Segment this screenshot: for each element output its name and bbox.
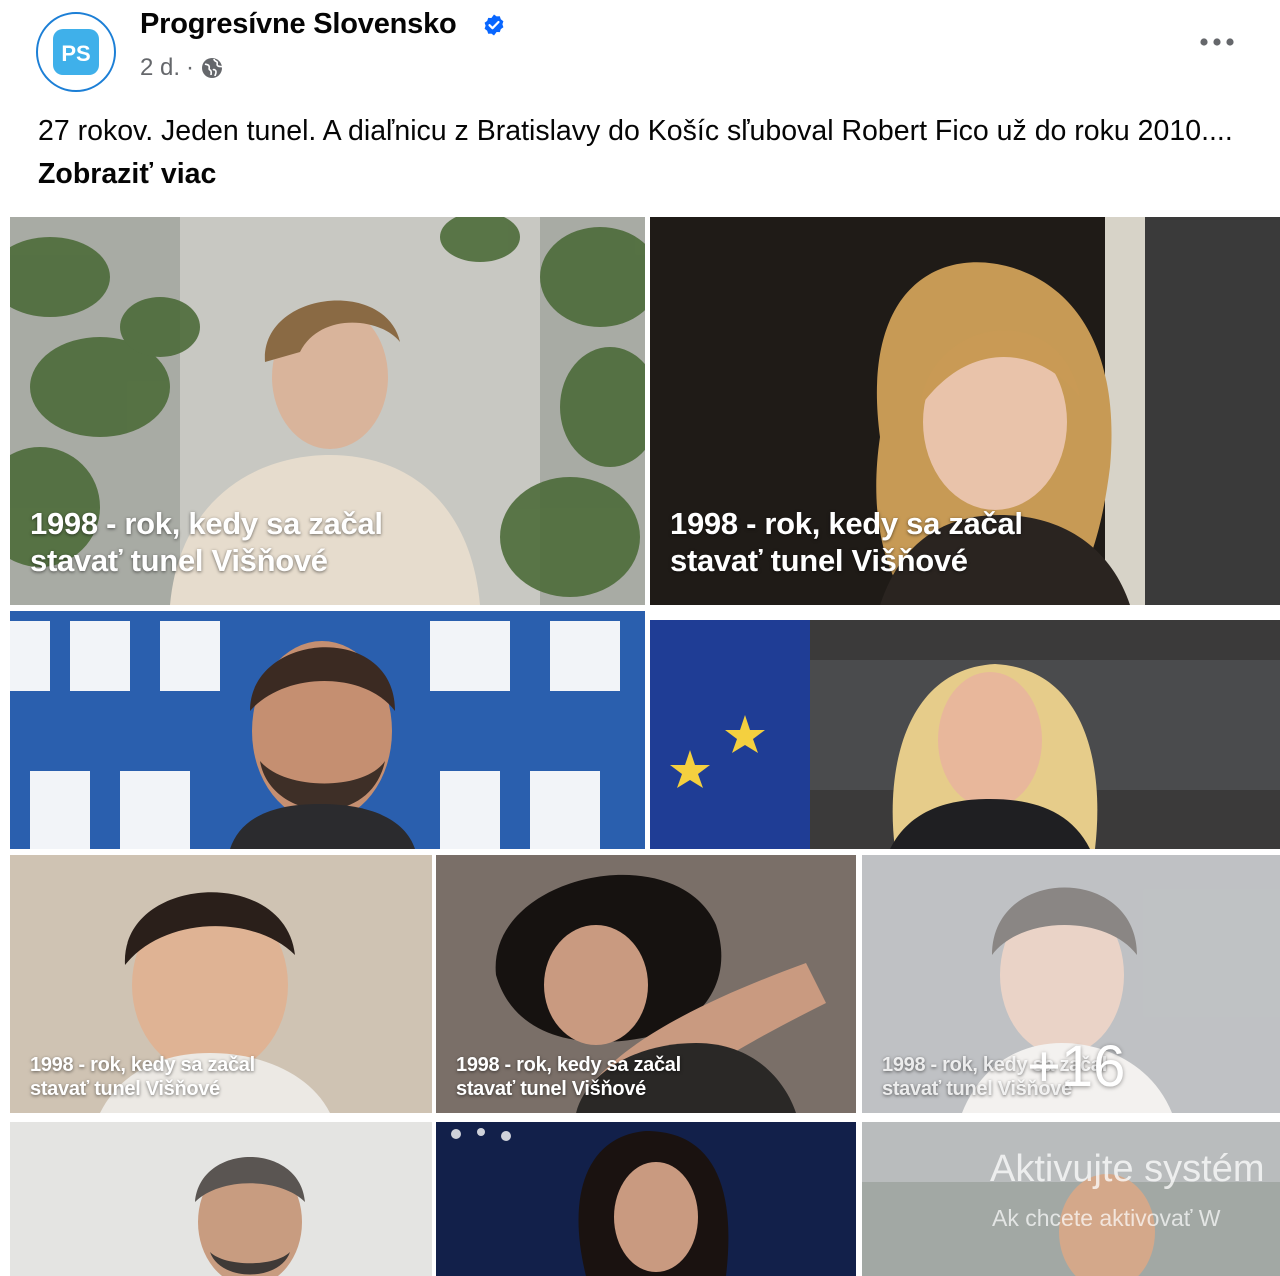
activation-watermark-subtitle: Ak chcete aktivovať W — [992, 1205, 1221, 1231]
photo-8-image — [10, 1122, 432, 1276]
caption-line-2: stavať tunel Višňové — [670, 543, 968, 578]
more-horizontal-icon — [1200, 38, 1234, 46]
post-text-main: 27 rokov. Jeden tunel. A diaľnicu z Brat… — [38, 115, 1233, 147]
photo-10[interactable] — [862, 1122, 1280, 1276]
photo-10-image — [862, 1122, 1280, 1276]
photo-1-caption: 1998 - rok, kedy sa začal stavať tunel V… — [30, 505, 383, 579]
caption-line-1: 1998 - rok, kedy sa začal — [30, 1054, 255, 1076]
verified-badge-icon — [484, 14, 504, 36]
photo-2-caption: 1998 - rok, kedy sa začal stavať tunel V… — [670, 505, 1023, 579]
photo-2[interactable]: 1998 - rok, kedy sa začal stavať tunel V… — [650, 217, 1280, 605]
caption-line-1: 1998 - rok, kedy sa začal — [670, 506, 1023, 541]
photo-5[interactable]: 1998 - rok, kedy sa začal stavať tunel V… — [10, 855, 432, 1113]
caption-line-2: stavať tunel Višňové — [30, 1078, 220, 1100]
globe-icon[interactable] — [200, 56, 224, 80]
ps-logo-icon: PS — [53, 29, 99, 75]
post-header: PS Progresívne Slovensko 2 d. · — [0, 0, 1280, 100]
photo-6-caption: 1998 - rok, kedy sa začal stavať tunel V… — [456, 1053, 681, 1101]
photo-9-image — [436, 1122, 856, 1276]
meta-separator: · — [186, 54, 195, 81]
photo-3-image — [10, 611, 645, 849]
post-meta: 2 d. · — [140, 54, 224, 82]
page-avatar[interactable]: PS — [36, 12, 116, 92]
caption-line-2: stavať tunel Višňové — [456, 1078, 646, 1100]
photo-4[interactable] — [650, 620, 1280, 849]
see-more-link[interactable]: Zobraziť viac — [38, 158, 216, 190]
photo-5-caption: 1998 - rok, kedy sa začal stavať tunel V… — [30, 1053, 255, 1101]
caption-line-1: 1998 - rok, kedy sa začal — [30, 506, 383, 541]
more-photos-count[interactable]: +16 — [1027, 1033, 1125, 1100]
svg-text:PS: PS — [61, 41, 90, 66]
photo-3[interactable] — [10, 611, 645, 849]
photo-9[interactable] — [436, 1122, 856, 1276]
post-card: PS Progresívne Slovensko 2 d. · 27 rokov… — [0, 0, 1280, 1276]
post-timestamp[interactable]: 2 d. — [140, 54, 180, 82]
page-name-link[interactable]: Progresívne Slovensko — [140, 8, 457, 41]
activation-watermark-title: Aktivujte systém — [990, 1148, 1265, 1190]
caption-line-2: stavať tunel Višňové — [30, 543, 328, 578]
photo-8[interactable] — [10, 1122, 432, 1276]
more-options-button[interactable] — [1193, 22, 1241, 62]
photo-1[interactable]: 1998 - rok, kedy sa začal stavať tunel V… — [10, 217, 645, 605]
caption-line-1: 1998 - rok, kedy sa začal — [456, 1054, 681, 1076]
photo-6[interactable]: 1998 - rok, kedy sa začal stavať tunel V… — [436, 855, 856, 1113]
photo-4-image — [650, 620, 1280, 849]
post-body-text: 27 rokov. Jeden tunel. A diaľnicu z Brat… — [38, 110, 1268, 196]
photo-7-more[interactable]: 1998 - rok, kedy sa začal stavať tunel V… — [862, 855, 1280, 1113]
